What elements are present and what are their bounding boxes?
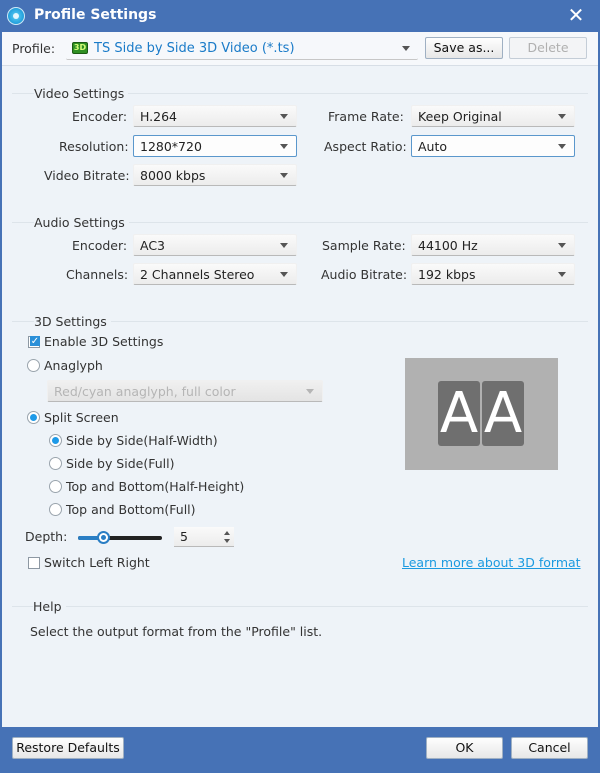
video-encoder-label: Encoder: [72, 109, 128, 124]
split-option-label[interactable]: Side by Side(Full) [66, 456, 174, 471]
3d-settings-title: 3D Settings [34, 314, 111, 329]
chevron-down-icon [280, 114, 288, 119]
profile-label: Profile: [12, 41, 56, 56]
depth-spinner[interactable]: 5 [174, 527, 234, 547]
depth-label: Depth: [25, 529, 68, 544]
video-bitrate-value: 8000 kbps [140, 168, 206, 183]
video-settings-title: Video Settings [34, 86, 129, 101]
divider [12, 606, 588, 607]
aspect-ratio-label: Aspect Ratio: [324, 139, 407, 154]
audio-encoder-select[interactable]: AC3 [133, 234, 297, 256]
chevron-down-icon [280, 173, 288, 178]
chevron-down-icon [280, 272, 288, 277]
anaglyph-value: Red/cyan anaglyph, full color [54, 384, 236, 399]
enable-3d-checkbox[interactable] [28, 336, 40, 348]
depth-value: 5 [180, 529, 188, 544]
close-button[interactable]: ✕ [566, 4, 586, 26]
resolution-label: Resolution: [59, 139, 129, 154]
switch-left-right-checkbox[interactable] [28, 557, 40, 569]
video-encoder-select[interactable]: H.264 [133, 105, 297, 127]
split-screen-label[interactable]: Split Screen [44, 410, 119, 425]
chevron-down-icon [558, 114, 566, 119]
learn-more-3d-link[interactable]: Learn more about 3D format [402, 555, 581, 570]
dialog-title: Profile Settings [34, 7, 157, 23]
restore-defaults-button[interactable]: Restore Defaults [12, 737, 124, 759]
frame-rate-select[interactable]: Keep Original [411, 105, 575, 127]
spin-down-icon[interactable] [224, 539, 230, 543]
chevron-down-icon [280, 144, 288, 149]
video-bitrate-label: Video Bitrate: [44, 168, 130, 183]
depth-slider-thumb[interactable] [97, 531, 111, 544]
help-title: Help [33, 599, 66, 614]
split-option-radio[interactable] [49, 503, 62, 516]
help-text: Select the output format from the "Profi… [30, 624, 323, 639]
profile-select[interactable]: 3D TS Side by Side 3D Video (*.ts) [66, 38, 418, 60]
sample-rate-value: 44100 Hz [418, 238, 478, 253]
dialog-content: Profile: 3D TS Side by Side 3D Video (*.… [2, 32, 598, 727]
resolution-select[interactable]: 1280*720 [133, 135, 297, 157]
anaglyph-label[interactable]: Anaglyph [44, 358, 103, 373]
split-screen-radio[interactable] [27, 411, 40, 424]
channels-value: 2 Channels Stereo [140, 267, 255, 282]
anaglyph-radio[interactable] [27, 359, 40, 372]
split-option-label[interactable]: Top and Bottom(Full) [66, 502, 196, 517]
title-bar: Profile Settings ✕ [0, 0, 600, 32]
frame-rate-value: Keep Original [418, 109, 502, 124]
split-option-radio[interactable] [49, 480, 62, 493]
aspect-ratio-value: Auto [418, 139, 448, 154]
split-option-radio[interactable] [49, 457, 62, 470]
audio-bitrate-select[interactable]: 192 kbps [411, 263, 575, 285]
chevron-down-icon [558, 144, 566, 149]
profile-value: TS Side by Side 3D Video (*.ts) [94, 41, 295, 56]
3d-badge-icon: 3D [72, 42, 88, 54]
resolution-value: 1280*720 [140, 139, 202, 154]
audio-bitrate-value: 192 kbps [418, 267, 476, 282]
split-option-radio[interactable] [49, 434, 62, 447]
preview-right-tile: A [482, 381, 524, 446]
profile-settings-dialog: Profile Settings ✕ Profile: 3D TS Side b… [0, 0, 600, 773]
audio-encoder-value: AC3 [140, 238, 166, 253]
frame-rate-label: Frame Rate: [328, 109, 404, 124]
chevron-down-icon [558, 272, 566, 277]
save-as-button[interactable]: Save as... [425, 37, 503, 59]
split-option-label[interactable]: Top and Bottom(Half-Height) [66, 479, 244, 494]
audio-encoder-label: Encoder: [72, 238, 128, 253]
spin-up-icon[interactable] [224, 531, 230, 535]
chevron-down-icon [280, 243, 288, 248]
delete-button[interactable]: Delete [509, 37, 587, 59]
audio-bitrate-label: Audio Bitrate: [321, 267, 408, 282]
depth-slider[interactable] [78, 531, 162, 544]
app-logo-icon [7, 7, 25, 25]
sample-rate-label: Sample Rate: [322, 238, 406, 253]
chevron-down-icon [402, 46, 410, 51]
channels-label: Channels: [66, 267, 129, 282]
video-bitrate-select[interactable]: 8000 kbps [133, 164, 297, 186]
sample-rate-select[interactable]: 44100 Hz [411, 234, 575, 256]
chevron-down-icon [306, 389, 314, 394]
switch-left-right-label[interactable]: Switch Left Right [44, 555, 150, 570]
aspect-ratio-select[interactable]: Auto [411, 135, 575, 157]
channels-select[interactable]: 2 Channels Stereo [133, 263, 297, 285]
cancel-button[interactable]: Cancel [511, 737, 588, 759]
chevron-down-icon [558, 243, 566, 248]
profile-row: Profile: 3D TS Side by Side 3D Video (*.… [2, 32, 598, 66]
3d-preview-image: A A [405, 358, 558, 470]
audio-settings-title: Audio Settings [34, 215, 129, 230]
ok-button[interactable]: OK [426, 737, 503, 759]
preview-left-tile: A [438, 381, 480, 446]
enable-3d-label[interactable]: Enable 3D Settings [44, 334, 163, 349]
split-option-label[interactable]: Side by Side(Half-Width) [66, 433, 218, 448]
video-encoder-value: H.264 [140, 109, 178, 124]
anaglyph-select[interactable]: Red/cyan anaglyph, full color [47, 380, 323, 402]
dialog-footer: Restore Defaults OK Cancel [0, 727, 600, 773]
